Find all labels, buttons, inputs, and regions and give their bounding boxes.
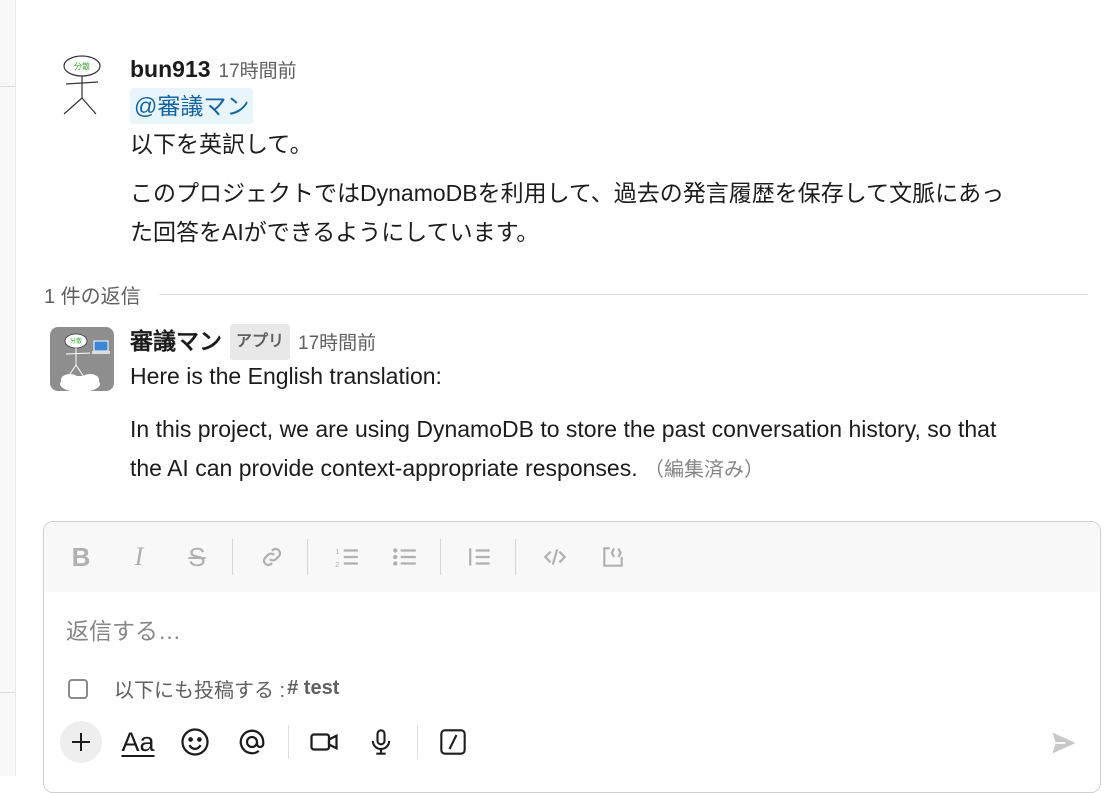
reply-count: 1 件の返信 <box>44 285 141 308</box>
message-line: In this project, we are using DynamoDB t… <box>130 416 997 442</box>
code-icon[interactable] <box>536 538 574 576</box>
rail-divider <box>0 86 15 87</box>
author-name[interactable]: bun913 <box>130 56 211 82</box>
divider <box>158 293 1088 295</box>
message-line: このプロジェクトではDynamoDBを利用して、過去の発言履歴を保存して文脈にあ… <box>130 180 1005 206</box>
timestamp[interactable]: 17時間前 <box>298 333 376 354</box>
message-line: た回答をAIができるようにしています。 <box>130 219 540 245</box>
blockquote-icon[interactable] <box>461 538 499 576</box>
send-icon[interactable] <box>1048 727 1080 759</box>
mention[interactable]: @審議マン <box>130 88 254 124</box>
svg-text:分散: 分散 <box>70 337 82 345</box>
also-post-label: 以下にも投稿する : <box>114 680 286 702</box>
bullet-list-icon[interactable] <box>386 538 424 576</box>
video-icon[interactable] <box>303 721 345 763</box>
app-badge: アプリ <box>230 324 291 360</box>
toolbar-separator <box>417 725 418 759</box>
microphone-icon[interactable] <box>360 721 402 763</box>
also-post-channel: # test <box>287 677 340 699</box>
message-line: 以下を英訳して。 <box>130 131 313 157</box>
plus-icon[interactable] <box>60 721 102 763</box>
message-line: the AI can provide context-appropriate r… <box>130 449 1100 490</box>
edited-label: （編集済み） <box>643 459 764 481</box>
svg-text:分散: 分散 <box>74 61 90 71</box>
toolbar-separator <box>307 539 308 575</box>
toolbar-separator <box>232 539 233 575</box>
reply-count-divider: 1 件の返信 <box>44 280 1088 308</box>
timestamp[interactable]: 17時間前 <box>219 61 297 82</box>
ordered-list-icon[interactable]: 12 <box>328 538 366 576</box>
toolbar-separator <box>440 539 441 575</box>
avatar[interactable]: 分散 <box>50 327 114 391</box>
italic-icon[interactable]: I <box>120 538 158 576</box>
bot-avatar-icon: 分散 <box>50 327 114 391</box>
emoji-icon[interactable] <box>174 721 216 763</box>
reply-input[interactable]: 返信する… <box>66 612 181 646</box>
slash-command-icon[interactable] <box>432 721 474 763</box>
rail-divider <box>0 692 15 693</box>
author-name[interactable]: 審議マン <box>130 328 222 354</box>
message-line: Here is the English translation: <box>130 363 442 389</box>
message-text: the AI can provide context-appropriate r… <box>130 455 638 481</box>
svg-text:1: 1 <box>335 547 339 556</box>
bold-icon[interactable]: B <box>62 538 100 576</box>
code-block-icon[interactable] <box>594 538 632 576</box>
toolbar-separator <box>515 539 516 575</box>
strikethrough-icon[interactable]: S <box>178 538 216 576</box>
composer-toolbar: Aa <box>60 721 489 763</box>
svg-text:2: 2 <box>335 560 339 569</box>
text-format-icon[interactable]: Aa <box>117 721 159 763</box>
toolbar-separator <box>288 725 289 759</box>
link-icon[interactable] <box>253 538 291 576</box>
also-post-option[interactable]: 以下にも投稿する : # test <box>68 674 339 703</box>
reply-composer: B I S 12 返信する… 以下にも投稿する : # test Aa <box>43 521 1101 793</box>
stick-figure-avatar-icon: 分散 <box>50 52 114 116</box>
mention-icon[interactable] <box>231 721 273 763</box>
also-post-checkbox[interactable] <box>68 678 88 699</box>
formatting-toolbar: B I S 12 <box>44 522 1100 592</box>
avatar[interactable]: 分散 <box>50 52 114 116</box>
left-rail <box>0 0 16 776</box>
